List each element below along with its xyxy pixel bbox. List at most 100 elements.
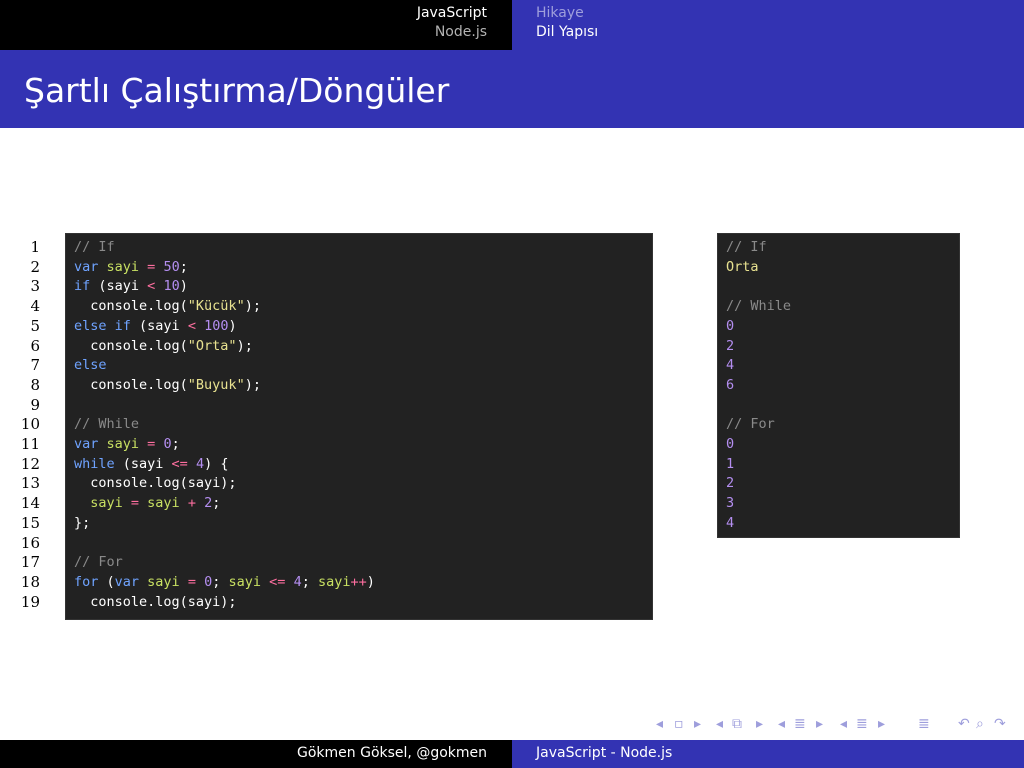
code-token: var [74,436,99,452]
console-output: // If Orta // While 0 2 4 6 // For 0 1 2 3 4 [717,233,960,538]
code-token: (sayi [130,317,188,334]
nav-prev-subsection-icon[interactable]: ◂ [716,716,723,732]
code-line: console.log("Buyuk"); [74,376,261,396]
code-line: sayi = sayi + 2; [74,494,220,514]
code-line: if (sayi < 10) [74,277,188,297]
output-line: // While [726,298,792,315]
code-line: console.log(sayi); [74,593,237,613]
code-token: sayi [228,573,270,590]
code-token: ); [244,298,261,315]
nav-back-icon[interactable]: ↶ [958,716,970,732]
line-number: 9 [30,395,40,414]
output-line: 2 [726,475,735,492]
nav-next-frame-icon[interactable]: ▸ [694,716,701,732]
nav-prev-section-icon[interactable]: ◂ [778,716,785,732]
nav-frame-icon[interactable]: ▫ [674,716,684,732]
nav-section-javascript[interactable]: JavaScript [417,5,487,21]
line-number: 12 [20,454,40,473]
frame-title: Şartlı Çalıştırma/Döngüler [24,71,450,110]
nav-part-icon[interactable]: ≣ [856,716,868,732]
code-token: ) [228,317,237,334]
line-number: 17 [20,553,40,572]
code-token: sayi [74,495,131,512]
code-token: 4 [195,455,205,472]
line-number: 11 [20,435,40,453]
code-token: sayi [98,258,148,275]
code-token: while [74,455,115,472]
code-line: console.log(sayi); [74,474,237,494]
output-line: Orta [726,258,759,275]
nav-subsection-dil-yapisi[interactable]: Dil Yapısı [536,24,598,40]
nav-next-section-icon[interactable]: ▸ [816,716,823,732]
code-line: else if (sayi < 100) [74,317,237,337]
footer-left-panel: Gökmen Göksel, @gokmen [0,740,512,768]
code-token: = [187,573,196,590]
line-number: 5 [30,316,40,335]
nav-search-icon[interactable]: ⌕ [976,716,984,732]
code-token: console.log(sayi); [74,593,237,610]
line-number: 14 [20,494,40,513]
line-number: 7 [30,356,40,375]
code-token: "Kücük" [187,298,245,315]
nav-subsection-hikaye[interactable]: Hikaye [536,5,584,21]
footer-talk-title: JavaScript - Node.js [536,745,673,761]
nav-next-subsection-icon[interactable]: ▸ [756,716,763,732]
footer-author: Gökmen Göksel, @gokmen [297,745,487,761]
code-line: var sayi = 0; [74,435,180,455]
nav-forward-icon[interactable]: ↷ [994,716,1006,732]
output-line: 1 [726,455,735,472]
code-line: // While [74,415,139,435]
code-token: console.log(sayi); [74,475,237,492]
output-line: // If [726,239,767,255]
code-token: 0 [163,436,172,452]
navigation-symbols: ◂ ▫ ▸ ◂ ⧉ ▸ ◂ ≣ ▸ ◂ ≣ ▸ ≣ ↶ ⌕ ↷ [656,716,1016,736]
code-token: ; [171,436,180,452]
nav-subsection-icon[interactable]: ⧉ [732,716,742,732]
code-token: < [187,317,196,334]
nav-next-part-icon[interactable]: ▸ [878,716,885,732]
code-token: var [74,258,99,275]
code-token: ); [236,337,253,354]
line-number: 15 [20,513,40,532]
code-token: "Orta" [187,337,237,354]
code-token: console.log( [74,337,188,354]
line-number: 6 [30,336,40,355]
code-token: console.log( [74,376,188,393]
code-token: ( [98,573,115,590]
code-token: sayi [317,573,351,590]
line-number: 16 [20,533,40,552]
code-token: if [74,278,91,295]
output-line: 4 [726,357,735,374]
code-listing: // If var sayi = 50; if (sayi < 10) consol… [65,233,653,620]
nav-doc-icon[interactable]: ≣ [918,716,930,732]
nav-section-nodejs[interactable]: Node.js [435,24,487,40]
code-token: ; [212,495,221,512]
code-token: sayi [139,573,188,590]
code-line: }; [74,514,90,534]
line-number: 19 [20,592,40,611]
nav-prev-part-icon[interactable]: ◂ [840,716,847,732]
line-number: 10 [20,415,40,434]
code-token: "Buyuk" [187,376,245,393]
code-token: ; [301,573,318,590]
nav-section-icon[interactable]: ≣ [794,716,806,732]
output-line: 3 [726,495,735,512]
code-token: else [74,357,107,374]
frame-title-bar: Şartlı Çalıştırma/Döngüler [0,50,1024,128]
code-token: <= [171,455,188,472]
code-token: ; [179,258,188,275]
nav-prev-frame-icon[interactable]: ◂ [656,716,663,732]
code-line: // For [74,553,123,573]
code-token: + [187,495,196,512]
code-token: var [114,573,140,590]
output-line: 6 [726,376,735,393]
code-token: ++ [350,573,367,590]
code-line: for (var sayi = 0; sayi <= 4; sayi++) [74,573,375,593]
code-line: console.log("Kücük"); [74,297,261,317]
output-line: // For [726,416,775,433]
code-token: ) [366,573,375,590]
code-token: sayi [98,436,148,452]
